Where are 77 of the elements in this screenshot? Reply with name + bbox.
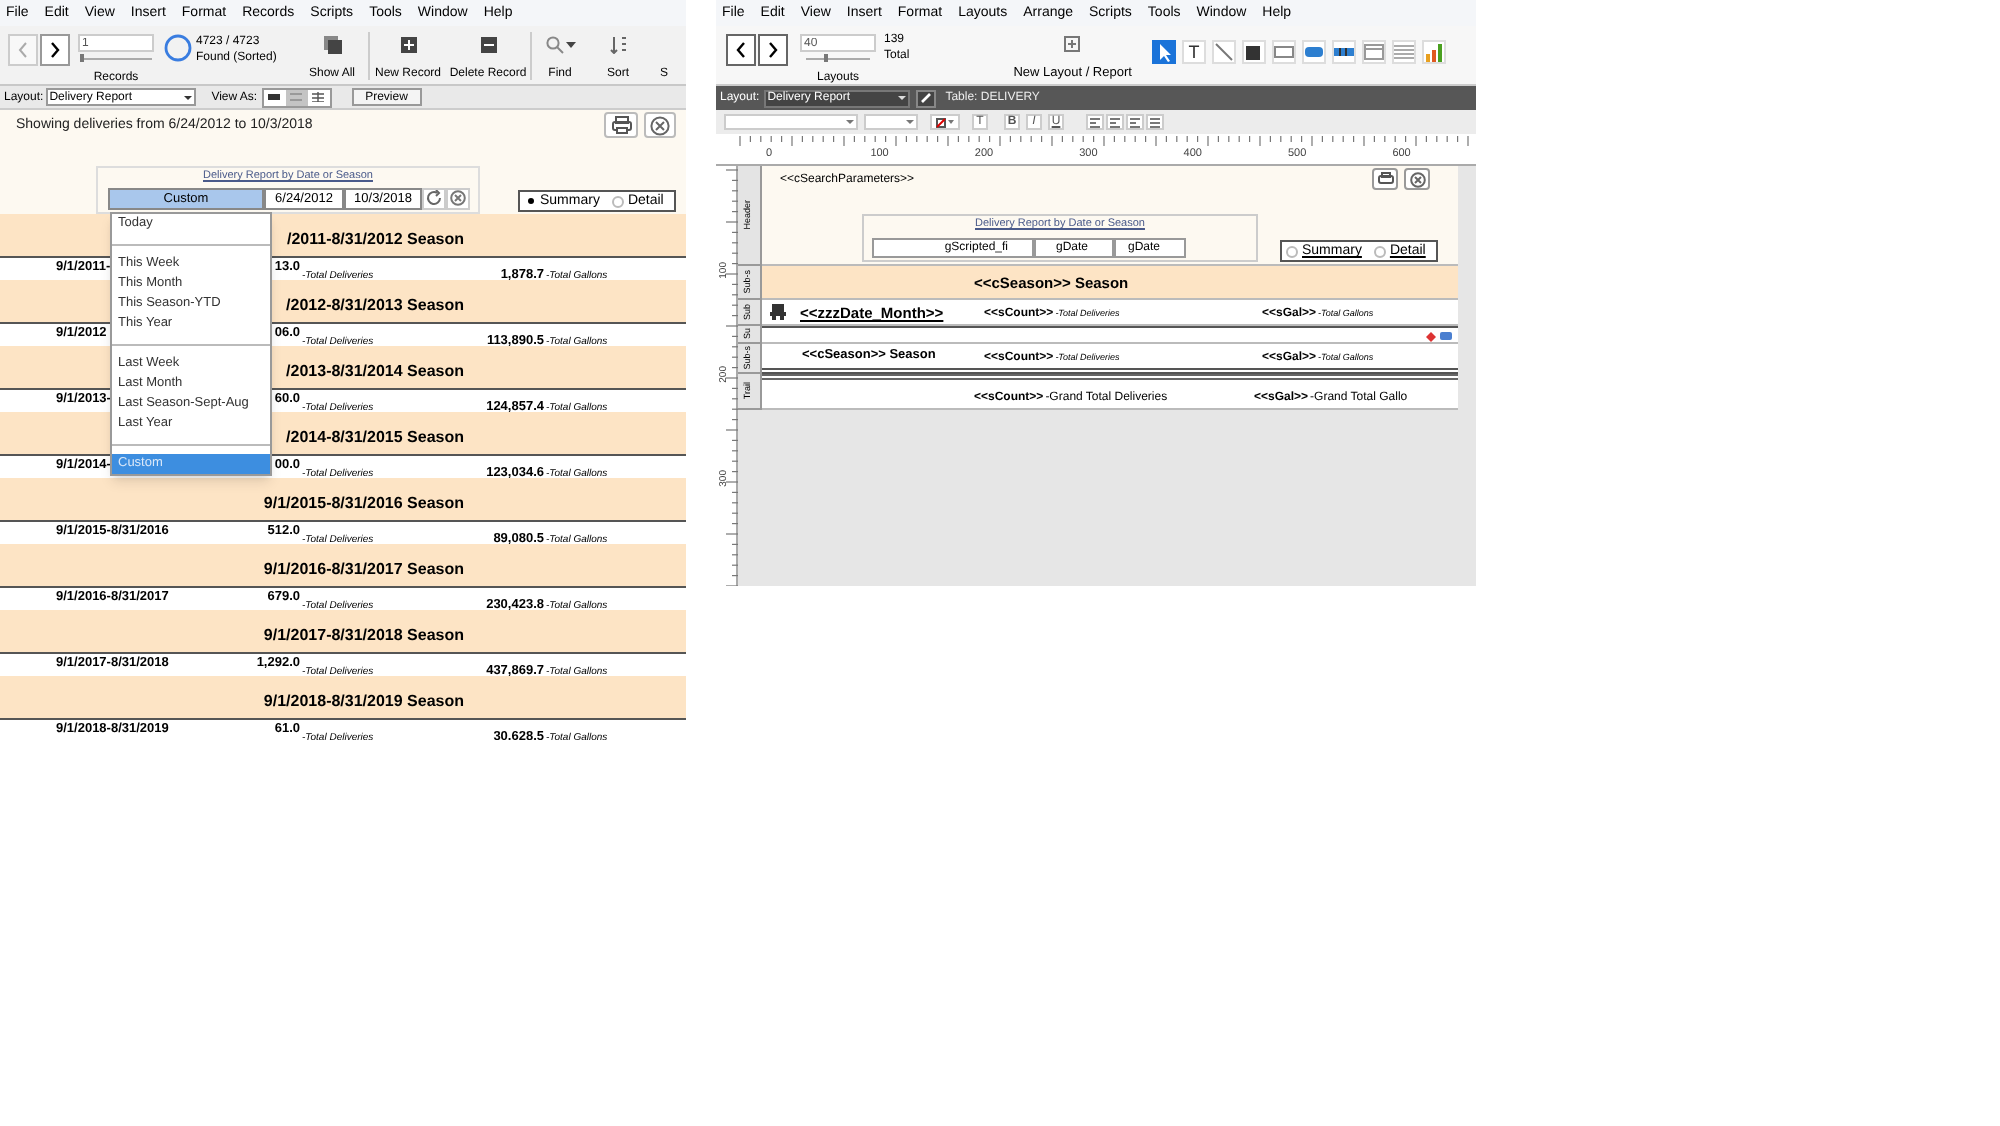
align-left-icon xyxy=(1090,117,1100,127)
caret-icon xyxy=(897,96,906,100)
refresh-button[interactable] xyxy=(422,187,446,209)
close-icon xyxy=(450,190,466,206)
refresh-icon xyxy=(426,190,442,206)
caret-icon xyxy=(846,120,854,124)
forward-button[interactable] xyxy=(40,34,70,66)
chevron-left-icon xyxy=(18,42,28,58)
chart-tool-button[interactable] xyxy=(1421,40,1446,64)
button-tool-icon xyxy=(1303,42,1324,62)
edit-layout-button[interactable] xyxy=(915,89,936,107)
close-button[interactable] xyxy=(644,112,676,138)
stack-icon xyxy=(323,36,341,54)
portal-tool-icon xyxy=(1393,42,1414,62)
close-icon xyxy=(1409,171,1425,187)
form-view-icon xyxy=(268,92,281,102)
portal-tool-button[interactable] xyxy=(1391,40,1416,64)
button-tool-button[interactable] xyxy=(1301,40,1326,64)
chevron-left-icon xyxy=(736,42,746,58)
list-view-icon xyxy=(290,92,303,102)
align-center-icon xyxy=(1110,117,1120,127)
align-justify-icon xyxy=(1150,117,1160,127)
align-center-button[interactable] xyxy=(1106,114,1124,130)
popover-tool-icon xyxy=(1363,42,1384,62)
field-tool-button[interactable] xyxy=(1271,40,1296,64)
chart-tool-icon xyxy=(1423,42,1444,62)
align-right-button[interactable] xyxy=(1126,114,1144,130)
search-icon xyxy=(545,36,563,54)
align-left-button[interactable] xyxy=(1086,114,1104,130)
season-heading: /2011-8/31/2012 Season xyxy=(286,229,464,247)
line-tool-button[interactable] xyxy=(1211,40,1236,64)
season-heading: 9/1/2016-8/31/2017 Season xyxy=(263,559,464,577)
text-color-picker[interactable] xyxy=(930,114,960,130)
layout-slider[interactable] xyxy=(806,54,870,62)
caret-icon xyxy=(565,42,575,48)
no-color-icon xyxy=(936,117,946,127)
caret-icon xyxy=(948,120,954,124)
rect-tool-icon xyxy=(1243,42,1264,62)
close-icon xyxy=(650,115,670,135)
pencil-icon xyxy=(919,92,932,104)
caret-icon xyxy=(183,95,192,99)
pointer-tool-button[interactable] xyxy=(1151,40,1176,64)
caret-icon xyxy=(906,120,914,124)
season-heading: 9/1/2018-8/31/2019 Season xyxy=(263,691,464,709)
rect-tool-button[interactable] xyxy=(1241,40,1266,64)
season-heading: /2013-8/31/2014 Season xyxy=(286,361,464,379)
print-button[interactable] xyxy=(604,112,638,138)
clear-button[interactable] xyxy=(446,187,470,209)
chevron-right-icon xyxy=(768,42,778,58)
forward-button[interactable] xyxy=(758,34,788,66)
align-right-icon xyxy=(1130,117,1140,127)
plus-square-icon xyxy=(399,36,417,54)
back-button[interactable] xyxy=(726,34,756,66)
view-form-button[interactable] xyxy=(263,89,286,105)
table-view-icon xyxy=(312,92,325,102)
field-tool-icon xyxy=(1273,42,1294,62)
text-tool-button[interactable]: T xyxy=(1181,40,1206,64)
minus-square-icon xyxy=(479,36,497,54)
align-justify-button[interactable] xyxy=(1146,114,1164,130)
line-tool-icon xyxy=(1213,42,1234,62)
season-heading: /2014-8/31/2015 Season xyxy=(286,427,464,445)
ring-icon xyxy=(164,34,192,62)
season-heading: 9/1/2015-8/31/2016 Season xyxy=(263,493,464,511)
printer-icon xyxy=(1377,172,1393,186)
record-slider[interactable] xyxy=(80,54,152,62)
tabs-tool-icon xyxy=(1333,42,1354,62)
printer-icon xyxy=(611,116,631,134)
plus-square-icon xyxy=(1064,36,1081,52)
sort-icon xyxy=(609,36,627,54)
season-heading: 9/1/2017-8/31/2018 Season xyxy=(263,625,464,643)
toggle-icon xyxy=(1440,332,1452,340)
print-button[interactable] xyxy=(1372,168,1398,190)
season-heading: /2012-8/31/2013 Season xyxy=(286,295,464,313)
view-table-button[interactable] xyxy=(307,89,330,105)
chevron-right-icon xyxy=(50,42,60,58)
close-button[interactable] xyxy=(1404,168,1430,190)
tabs-tool-button[interactable] xyxy=(1331,40,1356,64)
